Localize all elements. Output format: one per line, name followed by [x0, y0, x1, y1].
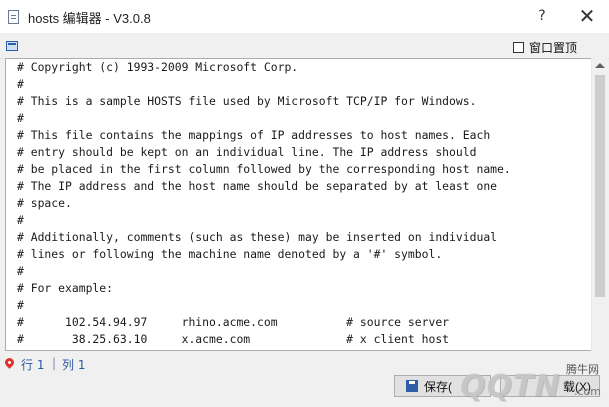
toolbar: 窗口置顶 [0, 33, 609, 59]
hosts-line[interactable]: # Copyright (c) 1993-2009 Microsoft Corp… [17, 59, 511, 76]
document-icon [8, 10, 19, 24]
hosts-line[interactable]: # [17, 212, 511, 229]
reload-button-label: 载(X) [563, 379, 591, 394]
topmost-checkbox[interactable] [513, 41, 524, 53]
hosts-line[interactable]: # This is a sample HOSTS file used by Mi… [17, 93, 511, 110]
hosts-line[interactable]: # Additionally, comments (such as these)… [17, 229, 511, 246]
hosts-line[interactable]: # be placed in the first column followed… [17, 161, 511, 178]
save-button-label: 保存( [424, 379, 452, 394]
reload-button[interactable]: 载(X) [500, 375, 600, 397]
hosts-line[interactable]: # lines or following the machine name de… [17, 246, 511, 263]
window-title: hosts 编辑器 - V3.0.8 [28, 11, 151, 26]
hosts-line[interactable]: # [17, 76, 511, 93]
hosts-text[interactable]: # Copyright (c) 1993-2009 Microsoft Corp… [17, 59, 511, 348]
status-bar: 行 1 | 列 1 保存( 载(X) 腾牛网 QQTN .com [0, 351, 609, 407]
help-button[interactable]: ? [531, 6, 553, 26]
window-icon[interactable] [6, 41, 18, 51]
hosts-line[interactable]: # 102.54.94.97 rhino.acme.com # source s… [17, 314, 511, 331]
vertical-scrollbar[interactable] [591, 58, 608, 351]
title-bar: hosts 编辑器 - V3.0.8 ? ✕ [0, 0, 609, 33]
status-separator: | [52, 356, 57, 370]
scroll-up-arrow-icon[interactable] [595, 63, 605, 68]
column-indicator: 列 1 [62, 358, 86, 372]
topmost-toggle[interactable]: 窗口置顶 [513, 39, 577, 55]
hosts-line[interactable]: # [17, 297, 511, 314]
hosts-line[interactable]: # [17, 263, 511, 280]
row-indicator: 行 1 [21, 358, 45, 372]
hosts-line[interactable]: # space. [17, 195, 511, 212]
scrollbar-thumb[interactable] [595, 75, 605, 297]
hosts-line[interactable]: # 38.25.63.10 x.acme.com # x client host [17, 331, 511, 348]
hosts-line[interactable]: # entry should be kept on an individual … [17, 144, 511, 161]
close-button[interactable]: ✕ [575, 4, 599, 28]
hosts-line[interactable]: # This file contains the mappings of IP … [17, 127, 511, 144]
hosts-line[interactable]: # For example: [17, 280, 511, 297]
location-pin-icon [3, 356, 16, 369]
hosts-line[interactable]: # The IP address and the host name shoul… [17, 178, 511, 195]
hosts-line[interactable]: # [17, 110, 511, 127]
hosts-editor[interactable]: # Copyright (c) 1993-2009 Microsoft Corp… [5, 58, 591, 351]
topmost-label: 窗口置顶 [529, 40, 578, 55]
save-disk-icon [406, 380, 418, 392]
save-button[interactable]: 保存( [394, 375, 491, 397]
